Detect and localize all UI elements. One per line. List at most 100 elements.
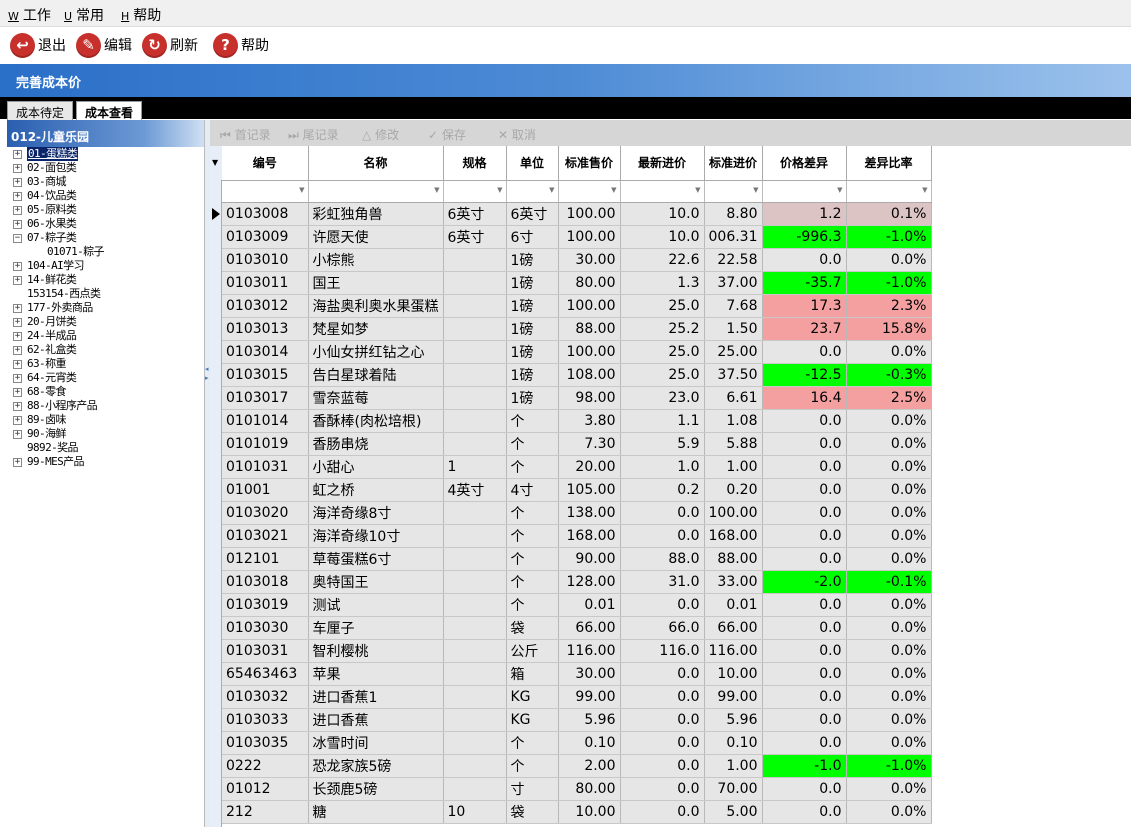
tree-item[interactable]: +177-外卖商品: [7, 301, 204, 315]
cell-name[interactable]: 小甜心: [308, 455, 444, 479]
cell-code[interactable]: 0222: [222, 754, 309, 778]
table-row[interactable]: 0103017 雪奈蓝莓 1磅 98.00 23.0 6.61 16.4 2.5%: [222, 386, 932, 410]
cell-name[interactable]: 小仙女拼红钻之心: [308, 340, 444, 364]
cell-ratio[interactable]: 0.0%: [846, 455, 932, 479]
expand-icon[interactable]: +: [13, 332, 22, 341]
cell-diff[interactable]: -35.7: [762, 271, 847, 295]
cell-std-cost[interactable]: 100.00: [704, 501, 763, 525]
cell-std-price[interactable]: 100.00: [558, 340, 621, 364]
cell-std-cost[interactable]: 10.00: [704, 662, 763, 686]
cell-ratio[interactable]: 0.0%: [846, 501, 932, 525]
cell-name[interactable]: 香肠串烧: [308, 432, 444, 456]
expand-icon[interactable]: +: [13, 346, 22, 355]
cell-unit[interactable]: KG: [506, 708, 559, 732]
cell-unit[interactable]: 1磅: [506, 386, 559, 410]
cell-spec[interactable]: [443, 731, 507, 755]
filter-cell[interactable]: ▼: [443, 180, 507, 203]
cell-diff[interactable]: -996.3: [762, 225, 847, 249]
cell-ratio[interactable]: -0.3%: [846, 363, 932, 387]
cell-name[interactable]: 彩虹独角兽: [308, 202, 444, 226]
cell-std-cost[interactable]: 0.10: [704, 731, 763, 755]
cell-std-price[interactable]: 105.00: [558, 478, 621, 502]
expand-icon[interactable]: +: [13, 402, 22, 411]
cell-name[interactable]: 许愿天使: [308, 225, 444, 249]
cell-diff[interactable]: 0.0: [762, 340, 847, 364]
cell-name[interactable]: 车厘子: [308, 616, 444, 640]
tree-item[interactable]: 9892-奖品: [7, 441, 204, 455]
expand-icon[interactable]: +: [13, 164, 22, 173]
cell-latest-cost[interactable]: 31.0: [620, 570, 705, 594]
cell-latest-cost[interactable]: 25.0: [620, 340, 705, 364]
expand-icon[interactable]: +: [13, 220, 22, 229]
expand-icon[interactable]: +: [13, 206, 22, 215]
tree-item[interactable]: +02-面包类: [7, 161, 204, 175]
tree-item[interactable]: +20-月饼类: [7, 315, 204, 329]
cell-spec[interactable]: [443, 593, 507, 617]
cell-diff[interactable]: 0.0: [762, 409, 847, 433]
filter-dropdown-icon[interactable]: ▼: [434, 186, 439, 194]
cell-ratio[interactable]: -1.0%: [846, 271, 932, 295]
cell-latest-cost[interactable]: 0.0: [620, 685, 705, 709]
tree-item[interactable]: +01-蛋糕类: [7, 147, 204, 161]
tree-item[interactable]: +104-AI学习: [7, 259, 204, 273]
cell-std-price[interactable]: 10.00: [558, 800, 621, 824]
filter-dropdown-icon[interactable]: ▼: [611, 186, 616, 194]
table-row[interactable]: 0103010 小棕熊 1磅 30.00 22.6 22.58 0.0 0.0%: [222, 248, 932, 272]
cell-unit[interactable]: 个: [506, 754, 559, 778]
cell-spec[interactable]: 6英寸: [443, 225, 507, 249]
cell-diff[interactable]: 0.0: [762, 455, 847, 479]
table-row[interactable]: 01012 长颈鹿5磅寸 80.00 0.0 70.00 0.0 0.0%: [222, 777, 932, 801]
help-button[interactable]: ? 帮助: [213, 31, 269, 59]
tree-item[interactable]: 153154-西点类: [7, 287, 204, 301]
tree-item[interactable]: +04-饮品类: [7, 189, 204, 203]
cell-diff[interactable]: 17.3: [762, 294, 847, 318]
cell-code[interactable]: 212: [222, 800, 309, 824]
tree-item[interactable]: +63-称重: [7, 357, 204, 371]
cell-std-price[interactable]: 66.00: [558, 616, 621, 640]
filter-dropdown-icon[interactable]: ▼: [549, 186, 554, 194]
cell-std-cost[interactable]: 33.00: [704, 570, 763, 594]
cell-code[interactable]: 0103030: [222, 616, 309, 640]
expand-icon[interactable]: +: [13, 374, 22, 383]
cell-unit[interactable]: 个: [506, 455, 559, 479]
filter-dropdown-icon[interactable]: ▼: [497, 186, 502, 194]
cell-code[interactable]: 0103018: [222, 570, 309, 594]
cell-diff[interactable]: 0.0: [762, 616, 847, 640]
cell-latest-cost[interactable]: 0.0: [620, 731, 705, 755]
cancel-button[interactable]: ✕ 取消: [498, 126, 536, 143]
cell-latest-cost[interactable]: 0.0: [620, 800, 705, 824]
table-row[interactable]: 0101031 小甜心 1 个 20.00 1.0 1.00 0.0 0.0%: [222, 455, 932, 479]
cell-ratio[interactable]: 0.0%: [846, 731, 932, 755]
cell-std-price[interactable]: 100.00: [558, 225, 621, 249]
cell-spec[interactable]: [443, 501, 507, 525]
cell-spec[interactable]: [443, 317, 507, 341]
table-row[interactable]: 0103009 许愿天使 6英寸 6寸 100.00 10.0 006.31 -996.3 -1…: [222, 225, 932, 249]
cell-ratio[interactable]: 0.0%: [846, 248, 932, 272]
table-row[interactable]: 0103033 进口香蕉 KG 5.96 0.0 5.96 0.0 0.0%: [222, 708, 932, 732]
cell-latest-cost[interactable]: 25.0: [620, 294, 705, 318]
expand-icon[interactable]: +: [13, 360, 22, 369]
cell-std-price[interactable]: 168.00: [558, 524, 621, 548]
cell-spec[interactable]: 6英寸: [443, 202, 507, 226]
last-record-button[interactable]: ⏭ 尾记录: [288, 126, 339, 143]
cell-ratio[interactable]: 0.0%: [846, 409, 932, 433]
filter-dropdown-icon[interactable]: ▼: [695, 186, 700, 194]
cell-name[interactable]: 海洋奇缘8寸: [308, 501, 444, 525]
cell-std-price[interactable]: 30.00: [558, 662, 621, 686]
cell-spec[interactable]: [443, 708, 507, 732]
cell-unit[interactable]: 1磅: [506, 363, 559, 387]
tree-item[interactable]: +05-原料类: [7, 203, 204, 217]
expand-icon[interactable]: +: [13, 150, 22, 159]
cell-ratio[interactable]: 0.0%: [846, 432, 932, 456]
expand-icon[interactable]: +: [13, 276, 22, 285]
cell-std-cost[interactable]: 006.31: [704, 225, 763, 249]
table-row[interactable]: 0222 恐龙家族5磅 个 2.00 0.0 1.00 -1.0 -1.0%: [222, 754, 932, 778]
cell-std-cost[interactable]: 5.96: [704, 708, 763, 732]
cell-ratio[interactable]: -1.0%: [846, 225, 932, 249]
cell-name[interactable]: 苹果: [308, 662, 444, 686]
cell-diff[interactable]: 0.0: [762, 662, 847, 686]
table-row[interactable]: 65463463 苹果箱 30.00 0.0 10.00 0.0 0.0%: [222, 662, 932, 686]
cell-ratio[interactable]: 0.0%: [846, 340, 932, 364]
table-row[interactable]: 0103015 告白星球着陆 1磅 108.00 25.0 37.50 -12.5 -0.3%: [222, 363, 932, 387]
cell-spec[interactable]: [443, 570, 507, 594]
